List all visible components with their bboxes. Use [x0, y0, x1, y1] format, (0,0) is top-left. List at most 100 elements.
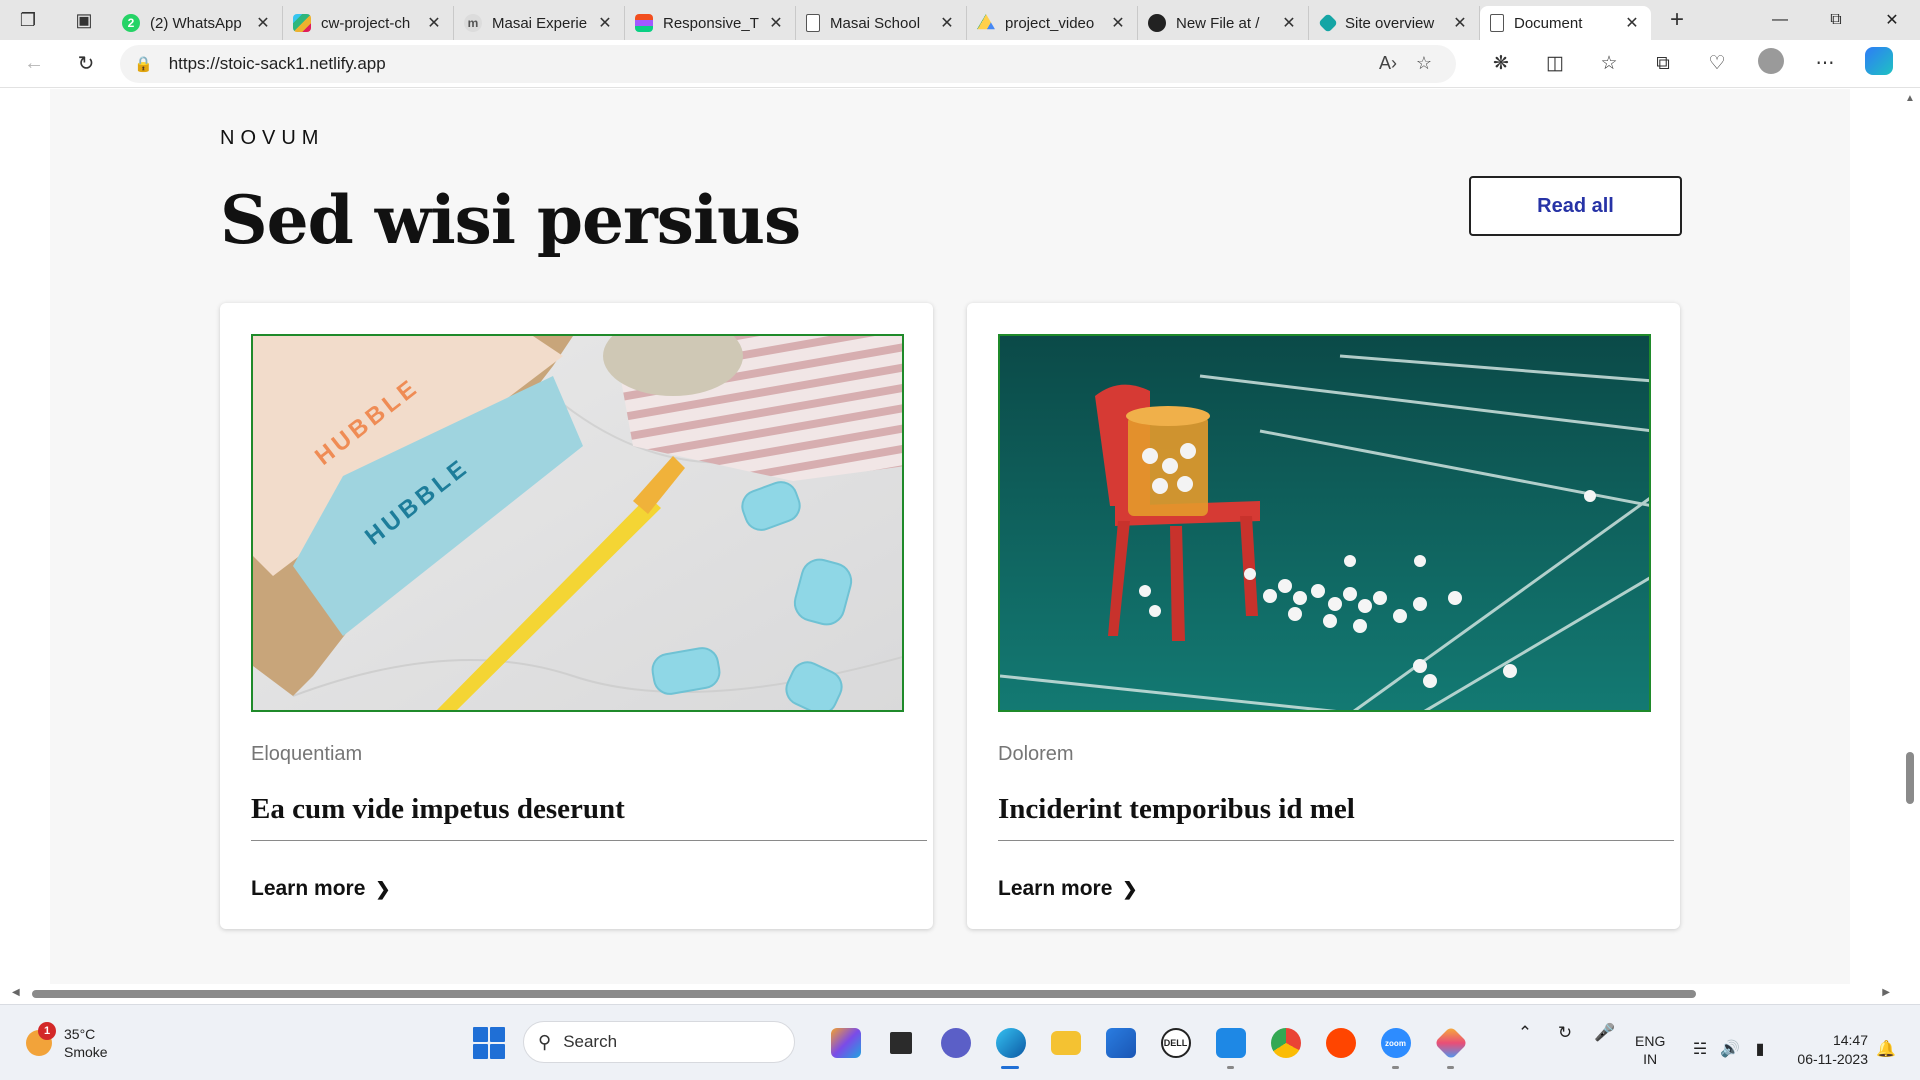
- tab-slack[interactable]: cw-project-ch ✕: [283, 6, 454, 40]
- tab-actions-icon[interactable]: ▣: [56, 0, 112, 40]
- show-hidden-icons-chevron-icon[interactable]: ⌃: [1505, 1023, 1545, 1043]
- taskbar-dell[interactable]: DELL: [1148, 1023, 1203, 1063]
- search-icon: ⚲: [538, 1031, 552, 1052]
- article-category: Eloquentiam: [251, 743, 363, 765]
- split-screen-icon[interactable]: ◫: [1528, 52, 1582, 75]
- close-icon[interactable]: ✕: [1280, 13, 1298, 33]
- read-aloud-icon[interactable]: A›: [1370, 53, 1406, 74]
- tab-whatsapp[interactable]: 2 (2) WhatsApp ✕: [112, 6, 283, 40]
- folder-icon: [1050, 1031, 1081, 1055]
- taskbar-search[interactable]: ⚲ Search: [523, 1021, 795, 1063]
- slack-icon: [293, 14, 311, 32]
- card-divider: [998, 840, 1674, 841]
- learn-more-link[interactable]: Learn more ❯: [251, 877, 390, 901]
- horizontal-scrollbar[interactable]: ◀ ▶: [0, 984, 1920, 1004]
- article-card: HUBBLE HUBBLE Eloquentiam Ea cum vide im…: [220, 303, 933, 929]
- scroll-left-arrow-icon[interactable]: ◀: [12, 987, 20, 998]
- taskbar-reddit[interactable]: [1313, 1023, 1368, 1063]
- tab-netlify[interactable]: Site overview ✕: [1309, 6, 1480, 40]
- taskbar-edge[interactable]: [983, 1023, 1038, 1069]
- article-title[interactable]: Inciderint temporibus id mel: [998, 793, 1355, 826]
- scroll-up-arrow-icon[interactable]: ▲: [1905, 93, 1915, 104]
- favorite-star-icon[interactable]: ☆: [1406, 53, 1442, 74]
- page-content: NOVUM Sed wisi persius Read all HUBBLE H…: [50, 89, 1850, 1004]
- close-icon[interactable]: ✕: [1451, 13, 1469, 33]
- quick-settings[interactable]: ☵ 🔊 ▮: [1685, 1039, 1775, 1059]
- tab-github[interactable]: New File at / ✕: [1138, 6, 1309, 40]
- article-image: [998, 334, 1651, 712]
- close-icon[interactable]: ✕: [767, 13, 785, 33]
- figma-icon: [635, 14, 653, 32]
- whatsapp-icon: 2: [122, 14, 140, 32]
- brand-label: NOVUM: [220, 127, 325, 149]
- close-icon[interactable]: ✕: [938, 13, 956, 33]
- clock[interactable]: 14:47 06-11-2023: [1786, 1031, 1868, 1069]
- tab-figma[interactable]: Responsive_T ✕: [625, 6, 796, 40]
- learn-more-link[interactable]: Learn more ❯: [998, 877, 1137, 901]
- favorites-icon[interactable]: ☆: [1582, 52, 1636, 75]
- browser-tab-strip: ❐ ▣ 2 (2) WhatsApp ✕ cw-project-ch ✕ m M…: [0, 0, 1920, 40]
- tab-masai-school[interactable]: Masai School ✕: [796, 6, 967, 40]
- document-icon: [1490, 14, 1504, 32]
- copilot-icon[interactable]: [1852, 46, 1906, 81]
- taskbar-photos[interactable]: [1423, 1023, 1478, 1069]
- netlify-icon: [1318, 13, 1338, 33]
- taskbar-zoom[interactable]: zoom: [1368, 1023, 1423, 1069]
- tab-title: Masai Experie: [492, 14, 588, 32]
- taskbar-vscode[interactable]: [1203, 1023, 1258, 1069]
- microphone-icon[interactable]: 🎤: [1585, 1023, 1625, 1043]
- weather-condition: Smoke: [64, 1044, 108, 1060]
- window-close-icon[interactable]: ✕: [1864, 0, 1920, 40]
- start-button[interactable]: [473, 1027, 505, 1059]
- weather-widget[interactable]: 1 35°C Smoke: [26, 1022, 108, 1061]
- more-menu-icon[interactable]: ⋯: [1798, 52, 1852, 75]
- notifications-bell-icon[interactable]: 🔔: [1876, 1039, 1896, 1059]
- learn-more-label[interactable]: Learn more: [998, 877, 1112, 901]
- section-headline: Sed wisi persius: [220, 181, 801, 259]
- close-icon[interactable]: ✕: [1109, 13, 1127, 33]
- close-icon[interactable]: ✕: [254, 13, 272, 33]
- new-tab-button[interactable]: +: [1657, 6, 1697, 34]
- tab-masai-experience[interactable]: m Masai Experie ✕: [454, 6, 625, 40]
- horizontal-scroll-thumb[interactable]: [32, 990, 1696, 998]
- learn-more-label[interactable]: Learn more: [251, 877, 365, 901]
- browser-essentials-icon[interactable]: ♡: [1690, 52, 1744, 75]
- taskbar-task-view[interactable]: [873, 1023, 928, 1063]
- minimize-icon[interactable]: —: [1752, 0, 1808, 40]
- tab-document[interactable]: Document ✕: [1480, 6, 1651, 40]
- taskbar-store[interactable]: [1093, 1023, 1148, 1063]
- address-bar[interactable]: 🔒 https://stoic-sack1.netlify.app A› ☆: [120, 44, 1456, 83]
- scroll-right-arrow-icon[interactable]: ▶: [1882, 987, 1890, 998]
- profile-avatar[interactable]: [1744, 47, 1798, 80]
- tab-title: Responsive_T: [663, 14, 759, 32]
- extensions-icon[interactable]: ❋: [1474, 52, 1528, 75]
- close-icon[interactable]: ✕: [425, 13, 443, 33]
- browser-tools: ❋ ◫ ☆ ⧉ ♡ ⋯: [1474, 46, 1906, 81]
- back-icon[interactable]: ←: [12, 44, 56, 84]
- collections-icon[interactable]: ⧉: [1636, 53, 1690, 75]
- vertical-scrollbar[interactable]: ▲ ▼: [1900, 89, 1920, 1004]
- workspaces-icon[interactable]: ❐: [0, 0, 56, 40]
- google-drive-icon: [977, 14, 995, 30]
- battery-icon: ▮: [1755, 1041, 1765, 1058]
- lock-icon[interactable]: 🔒: [134, 55, 153, 73]
- taskbar-copilot[interactable]: [818, 1023, 873, 1063]
- read-all-button[interactable]: Read all: [1469, 176, 1682, 236]
- close-icon[interactable]: ✕: [596, 13, 614, 33]
- taskbar-teams-chat[interactable]: [928, 1023, 983, 1063]
- sync-icon[interactable]: ↻: [1545, 1023, 1585, 1043]
- article-category: Dolorem: [998, 743, 1074, 765]
- taskbar-chrome[interactable]: [1258, 1023, 1313, 1063]
- zoom-icon: zoom: [1380, 1028, 1411, 1058]
- restore-icon[interactable]: ⧉: [1808, 0, 1864, 40]
- language-code: ENG: [1635, 1033, 1666, 1049]
- article-title[interactable]: Ea cum vide impetus deserunt: [251, 793, 625, 826]
- refresh-icon[interactable]: ↻: [64, 44, 108, 84]
- taskbar-file-explorer[interactable]: [1038, 1023, 1093, 1063]
- close-icon[interactable]: ✕: [1623, 13, 1641, 33]
- tab-google-drive[interactable]: project_video ✕: [967, 6, 1138, 40]
- url-text[interactable]: https://stoic-sack1.netlify.app: [169, 54, 1370, 74]
- tab-title: project_video: [1005, 14, 1095, 32]
- language-indicator[interactable]: ENG IN: [1635, 1032, 1665, 1068]
- vertical-scroll-thumb[interactable]: [1906, 752, 1914, 804]
